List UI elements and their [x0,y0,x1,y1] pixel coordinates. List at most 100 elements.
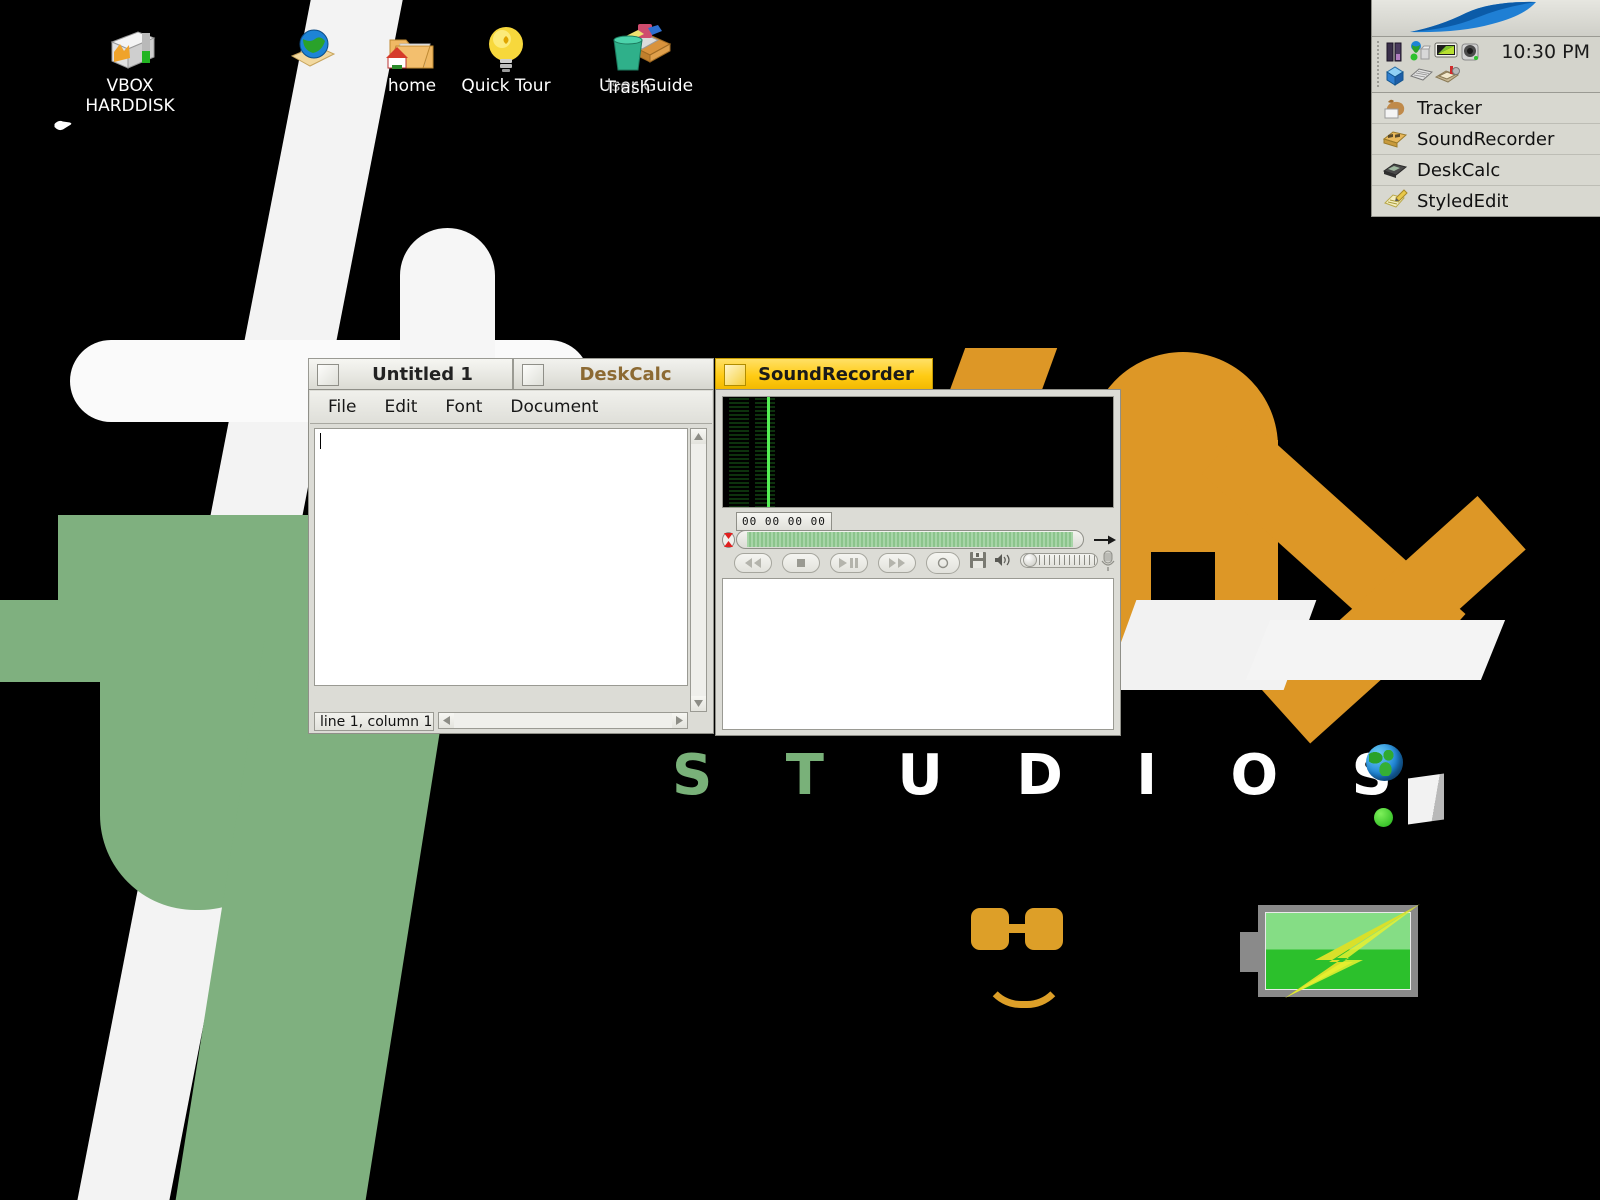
keyboard-icon[interactable] [1409,65,1434,87]
stylededit-tab-row[interactable]: Untitled 1 DeskCalc [308,358,714,390]
vu-meter-left [729,398,749,507]
record-icon [937,557,949,569]
desktop-icon-label: VBOX HARDDISK [85,76,175,116]
soundrecorder-tab-row[interactable]: SoundRecorder [715,358,933,390]
deskbar-app-label: Tracker [1417,97,1482,119]
soundrecorder-file-list[interactable] [722,578,1114,730]
trash-icon [564,20,692,76]
studios-letter: D [1016,742,1063,808]
play-pause-button[interactable] [830,553,868,573]
menu-document[interactable]: Document [510,397,598,417]
window-tab-soundrecorder[interactable]: SoundRecorder [715,358,933,390]
tray-row-1[interactable]: 10:30 PM [1384,40,1596,64]
playback-scrubber[interactable] [736,530,1084,549]
deskbar[interactable]: 10:30 PM Tracker SoundRecorder DeskCalc … [1371,0,1600,217]
smiley-glasses-icon [971,908,1063,950]
tab-close-button[interactable] [522,363,544,386]
studios-letter: T [785,742,824,808]
stylededit-text-area[interactable] [314,428,688,686]
wallpaper-studios-text: S T U D I O S [672,740,1392,810]
desktop-icon-label: Quick Tour [461,76,551,96]
timecode-value: 00 00 00 00 [742,515,826,528]
power-status-icon[interactable] [1384,65,1406,87]
deskbar-app-soundrecorder[interactable]: SoundRecorder [1372,124,1600,155]
menu-edit[interactable]: Edit [384,397,417,417]
scroll-down-arrow-icon[interactable] [691,696,706,711]
deskbar-app-label: StyledEdit [1417,190,1509,212]
microphone-icon[interactable] [1100,550,1116,572]
battery-status-icon[interactable] [1434,41,1458,63]
stylededit-menu-bar[interactable]: File Edit Font Document [310,391,712,424]
scope-playhead [767,397,770,507]
stylededit-horizontal-scrollbar[interactable] [438,712,688,729]
soundrecorder-waveform-scope[interactable] [722,396,1114,508]
window-tab-deskcalc[interactable]: DeskCalc [513,358,714,390]
deskbar-app-stylededit[interactable]: StyledEdit [1372,186,1600,217]
scroll-right-arrow-icon[interactable] [672,713,687,728]
studios-letter: O [1230,742,1279,808]
process-controller-icon[interactable] [1384,41,1406,63]
deskbar-leaf-logo-button[interactable] [1372,0,1600,37]
tab-close-button[interactable] [724,363,746,386]
globe-icon [1366,744,1403,781]
harddisk-icon [66,18,194,74]
soundrecorder-right-controls[interactable] [970,552,1098,568]
deskbar-app-label: DeskCalc [1417,159,1501,181]
window-tab-title: Untitled 1 [372,364,473,385]
network-status-icon[interactable] [1409,41,1431,63]
scrubber-handle[interactable] [722,532,735,548]
logo-letter-x-stroke-2 [1262,495,1526,744]
window-tab-untitled-1[interactable]: Untitled 1 [308,358,513,390]
wallpaper-hash-stroke-green-bar-2 [0,600,320,682]
scrubber-track-fill [747,532,1073,547]
fast-forward-button[interactable] [878,553,916,573]
window-stylededit[interactable]: Untitled 1 DeskCalc File Edit Font Docum… [308,358,714,734]
menu-font[interactable]: Font [445,397,482,417]
grey-box-icon [1408,773,1444,825]
desktop-icon-trash[interactable]: Trash [564,20,692,98]
scroll-up-arrow-icon[interactable] [691,429,706,444]
logo-letter-n-leg [1215,440,1278,690]
menu-file[interactable]: File [328,397,356,417]
studios-letter: S [672,742,713,808]
stop-button[interactable] [782,553,820,573]
desktop-icon-quick-tour[interactable]: Quick Tour [442,18,570,96]
volume-slider-ticks [1039,555,1097,565]
rewind-button[interactable] [734,553,772,573]
stop-icon [797,559,805,567]
lightning-bolt-icon [1285,904,1420,998]
stylededit-vertical-scrollbar[interactable] [690,428,707,712]
arrow-right-icon[interactable] [1094,534,1116,546]
status-line-column: line 1, column 1 [320,713,433,730]
soundrecorder-controls: 00 00 00 00 [722,512,1116,574]
window-soundrecorder[interactable]: SoundRecorder 00 00 00 00 [715,358,1121,736]
desktop-icon-label: home [387,76,437,96]
studios-letter: U [897,742,943,808]
record-button[interactable] [926,552,960,574]
volume-icon[interactable] [1459,41,1481,63]
deskbar-clock[interactable]: 10:30 PM [1501,41,1596,63]
save-icon[interactable] [970,552,986,568]
tray-row-2[interactable] [1384,64,1596,88]
desktop-root[interactable]: S T U D I O S VBOX H [0,0,1600,1200]
desktop-icon-vbox-harddisk[interactable]: VBOX HARDDISK [66,18,194,116]
deskbar-app-deskcalc[interactable]: DeskCalc [1372,155,1600,186]
scroll-left-arrow-icon[interactable] [439,713,454,728]
deskbar-app-tracker[interactable]: Tracker [1372,93,1600,124]
speaker-icon[interactable] [994,553,1012,567]
mail-icon[interactable] [1434,65,1460,87]
transport-controls[interactable] [734,552,960,574]
wallpaper-hash-stroke-green-curve [100,520,295,910]
fast-forward-icon [889,558,905,568]
haiku-leaf-logo [1410,1,1536,33]
desktop-icon-label: Trash [605,78,651,98]
hand-cursor [53,119,73,132]
deskbar-system-tray[interactable]: 10:30 PM [1372,37,1600,93]
window-tab-title: DeskCalc [579,364,672,385]
volume-slider-knob[interactable] [1023,553,1037,567]
rewind-icon [745,558,761,568]
deskbar-app-label: SoundRecorder [1417,128,1555,150]
volume-slider[interactable] [1020,552,1098,568]
deskcalc-icon [1382,158,1408,182]
tab-close-button[interactable] [317,363,339,386]
